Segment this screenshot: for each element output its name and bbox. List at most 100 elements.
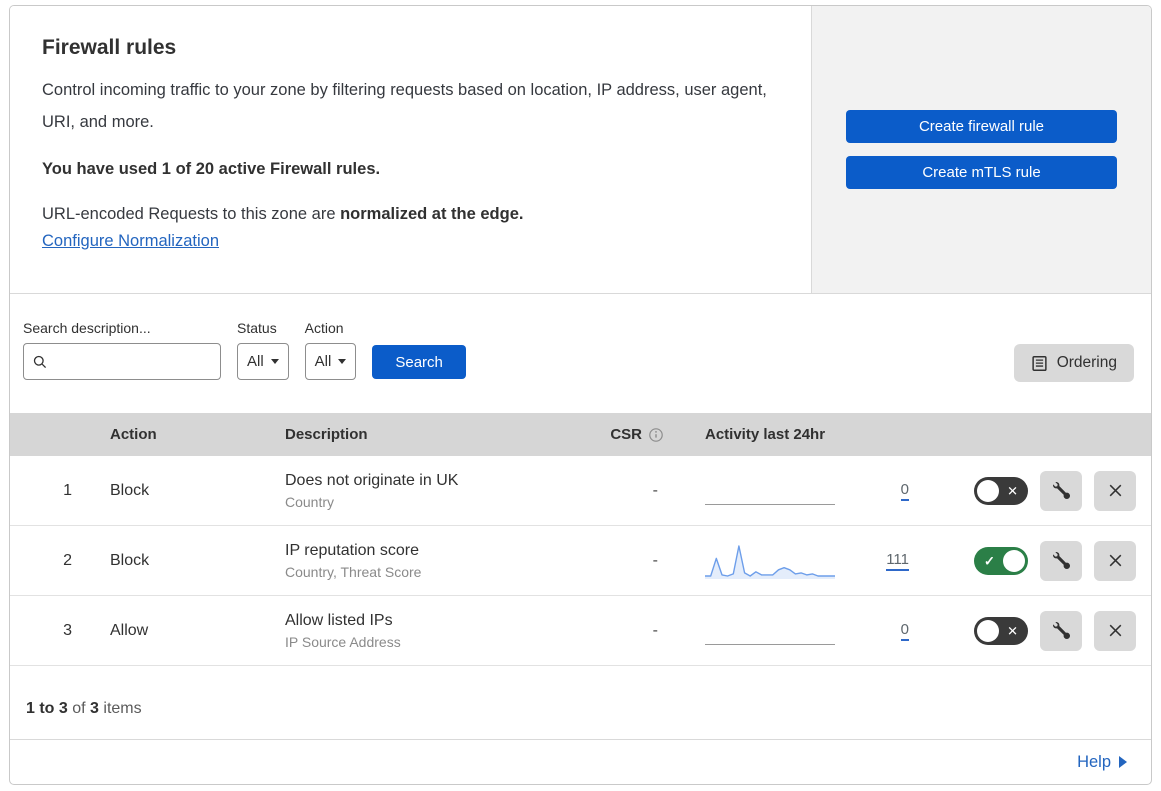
- help-bar: Help: [10, 739, 1151, 784]
- search-box: [23, 343, 221, 380]
- action-column-header: Action: [110, 426, 157, 443]
- search-input[interactable]: [54, 353, 212, 370]
- check-icon: ✓: [984, 553, 995, 568]
- wrench-icon: [1052, 482, 1070, 499]
- normalization-note: URL-encoded Requests to this zone are no…: [42, 205, 771, 224]
- rule-controls: ✓ ✕: [925, 610, 1151, 651]
- create-firewall-rule-button[interactable]: Create firewall rule: [846, 110, 1117, 143]
- rule-enabled-toggle[interactable]: ✓ ✕: [974, 616, 1028, 645]
- create-mtls-rule-button[interactable]: Create mTLS rule: [846, 156, 1117, 189]
- rule-csr-value: -: [652, 551, 658, 569]
- pagination-of: of: [67, 700, 91, 717]
- delete-rule-button[interactable]: [1094, 470, 1136, 511]
- x-icon: ✕: [1007, 483, 1018, 498]
- rule-description: Allow listed IPs: [285, 611, 393, 629]
- rule-activity-cell: 0: [680, 611, 925, 651]
- ordering-button[interactable]: Ordering: [1013, 344, 1134, 382]
- rule-fields: IP Source Address: [285, 633, 401, 650]
- header-actions-panel: Create firewall rule Create mTLS rule: [812, 6, 1151, 293]
- table-row: 1 Block Does not originate in UK Country…: [10, 456, 1151, 526]
- status-selected-value: All: [247, 353, 264, 370]
- delete-rule-button[interactable]: [1094, 610, 1136, 651]
- arrow-right-icon: [1119, 756, 1127, 768]
- rule-controls: ✓ ✕: [925, 540, 1151, 581]
- edit-rule-button[interactable]: [1040, 610, 1082, 651]
- rule-description: Does not originate in UK: [285, 471, 459, 489]
- toggle-knob: [977, 619, 999, 642]
- csr-header-label: CSR: [610, 426, 642, 443]
- search-button[interactable]: Search: [372, 345, 466, 379]
- rule-activity-cell: 0: [680, 471, 925, 511]
- rule-description-cell: Allow listed IPs IP Source Address: [285, 612, 600, 650]
- search-icon: [32, 354, 48, 370]
- activity-count-link[interactable]: 0: [900, 481, 909, 501]
- ordering-button-label: Ordering: [1056, 354, 1117, 371]
- status-label: Status: [237, 320, 277, 336]
- activity-count-link[interactable]: 111: [886, 551, 909, 571]
- activity-flatline: [705, 503, 835, 505]
- csr-column-header: CSR: [610, 426, 680, 443]
- header-section: Firewall rules Control incoming traffic …: [10, 6, 1151, 294]
- table-header-row: Action Description CSR Activity last 24h…: [10, 413, 1151, 456]
- chevron-down-icon: [338, 359, 347, 364]
- delete-rule-button[interactable]: [1094, 540, 1136, 581]
- usage-note: You have used 1 of 20 active Firewall ru…: [42, 160, 381, 178]
- rule-priority: 2: [63, 551, 72, 569]
- action-selected-value: All: [314, 353, 332, 370]
- firewall-rules-card: Firewall rules Control incoming traffic …: [9, 5, 1152, 785]
- pagination-items: items: [98, 700, 142, 717]
- rule-fields: Country, Threat Score: [285, 563, 422, 580]
- rule-enabled-toggle[interactable]: ✓ ✕: [974, 546, 1028, 575]
- description-column-header: Description: [285, 426, 368, 443]
- activity-count-link[interactable]: 0: [900, 621, 909, 641]
- toggle-knob: [977, 479, 999, 502]
- info-icon[interactable]: [648, 427, 664, 443]
- help-link-label: Help: [1077, 752, 1111, 771]
- chevron-down-icon: [270, 359, 279, 364]
- rule-priority: 3: [63, 621, 72, 639]
- pagination-range: 1 to 3: [26, 700, 68, 717]
- page-description: Control incoming traffic to your zone by…: [42, 81, 767, 131]
- help-link[interactable]: Help: [1077, 753, 1127, 772]
- rule-action: Allow: [110, 621, 149, 639]
- configure-normalization-link[interactable]: Configure Normalization: [42, 232, 219, 250]
- activity-sparkline: [705, 544, 835, 579]
- table-row: 2 Block IP reputation score Country, Thr…: [10, 526, 1151, 596]
- rule-action: Block: [110, 481, 150, 499]
- rule-csr-value: -: [652, 481, 658, 499]
- status-select[interactable]: All: [237, 343, 289, 380]
- pagination-summary: 1 to 3 of 3 items: [10, 666, 1151, 739]
- normalization-text: URL-encoded Requests to this zone are: [42, 205, 341, 223]
- close-icon: [1107, 552, 1124, 569]
- pagination-total: 3: [90, 700, 99, 717]
- rule-csr-value: -: [652, 621, 658, 639]
- wrench-icon: [1052, 622, 1070, 639]
- rule-action: Block: [110, 551, 150, 569]
- rule-activity-cell: 111: [680, 541, 925, 581]
- rule-description-cell: Does not originate in UK Country: [285, 472, 600, 510]
- table-row: 3 Allow Allow listed IPs IP Source Addre…: [10, 596, 1151, 666]
- close-icon: [1107, 482, 1124, 499]
- rule-enabled-toggle[interactable]: ✓ ✕: [974, 476, 1028, 505]
- list-page-icon: [1031, 355, 1048, 372]
- search-label: Search description...: [23, 320, 151, 336]
- action-select[interactable]: All: [304, 343, 357, 380]
- wrench-icon: [1052, 552, 1070, 569]
- toggle-knob: [1003, 549, 1025, 572]
- page-title: Firewall rules: [42, 36, 177, 59]
- normalization-bold-text: normalized at the edge.: [340, 205, 524, 223]
- activity-flatline: [705, 643, 835, 645]
- rule-controls: ✓ ✕: [925, 470, 1151, 511]
- activity-column-header: Activity last 24hr: [705, 426, 826, 443]
- close-icon: [1107, 622, 1124, 639]
- edit-rule-button[interactable]: [1040, 540, 1082, 581]
- rule-priority: 1: [63, 481, 72, 499]
- rule-description: IP reputation score: [285, 541, 420, 559]
- rule-fields: Country: [285, 493, 335, 510]
- header-text-block: Firewall rules Control incoming traffic …: [10, 6, 812, 293]
- action-label: Action: [304, 320, 344, 336]
- x-icon: ✕: [1007, 623, 1018, 638]
- edit-rule-button[interactable]: [1040, 470, 1082, 511]
- filter-bar: Search description... Status All Action: [10, 294, 1151, 413]
- rule-description-cell: IP reputation score Country, Threat Scor…: [285, 542, 600, 580]
